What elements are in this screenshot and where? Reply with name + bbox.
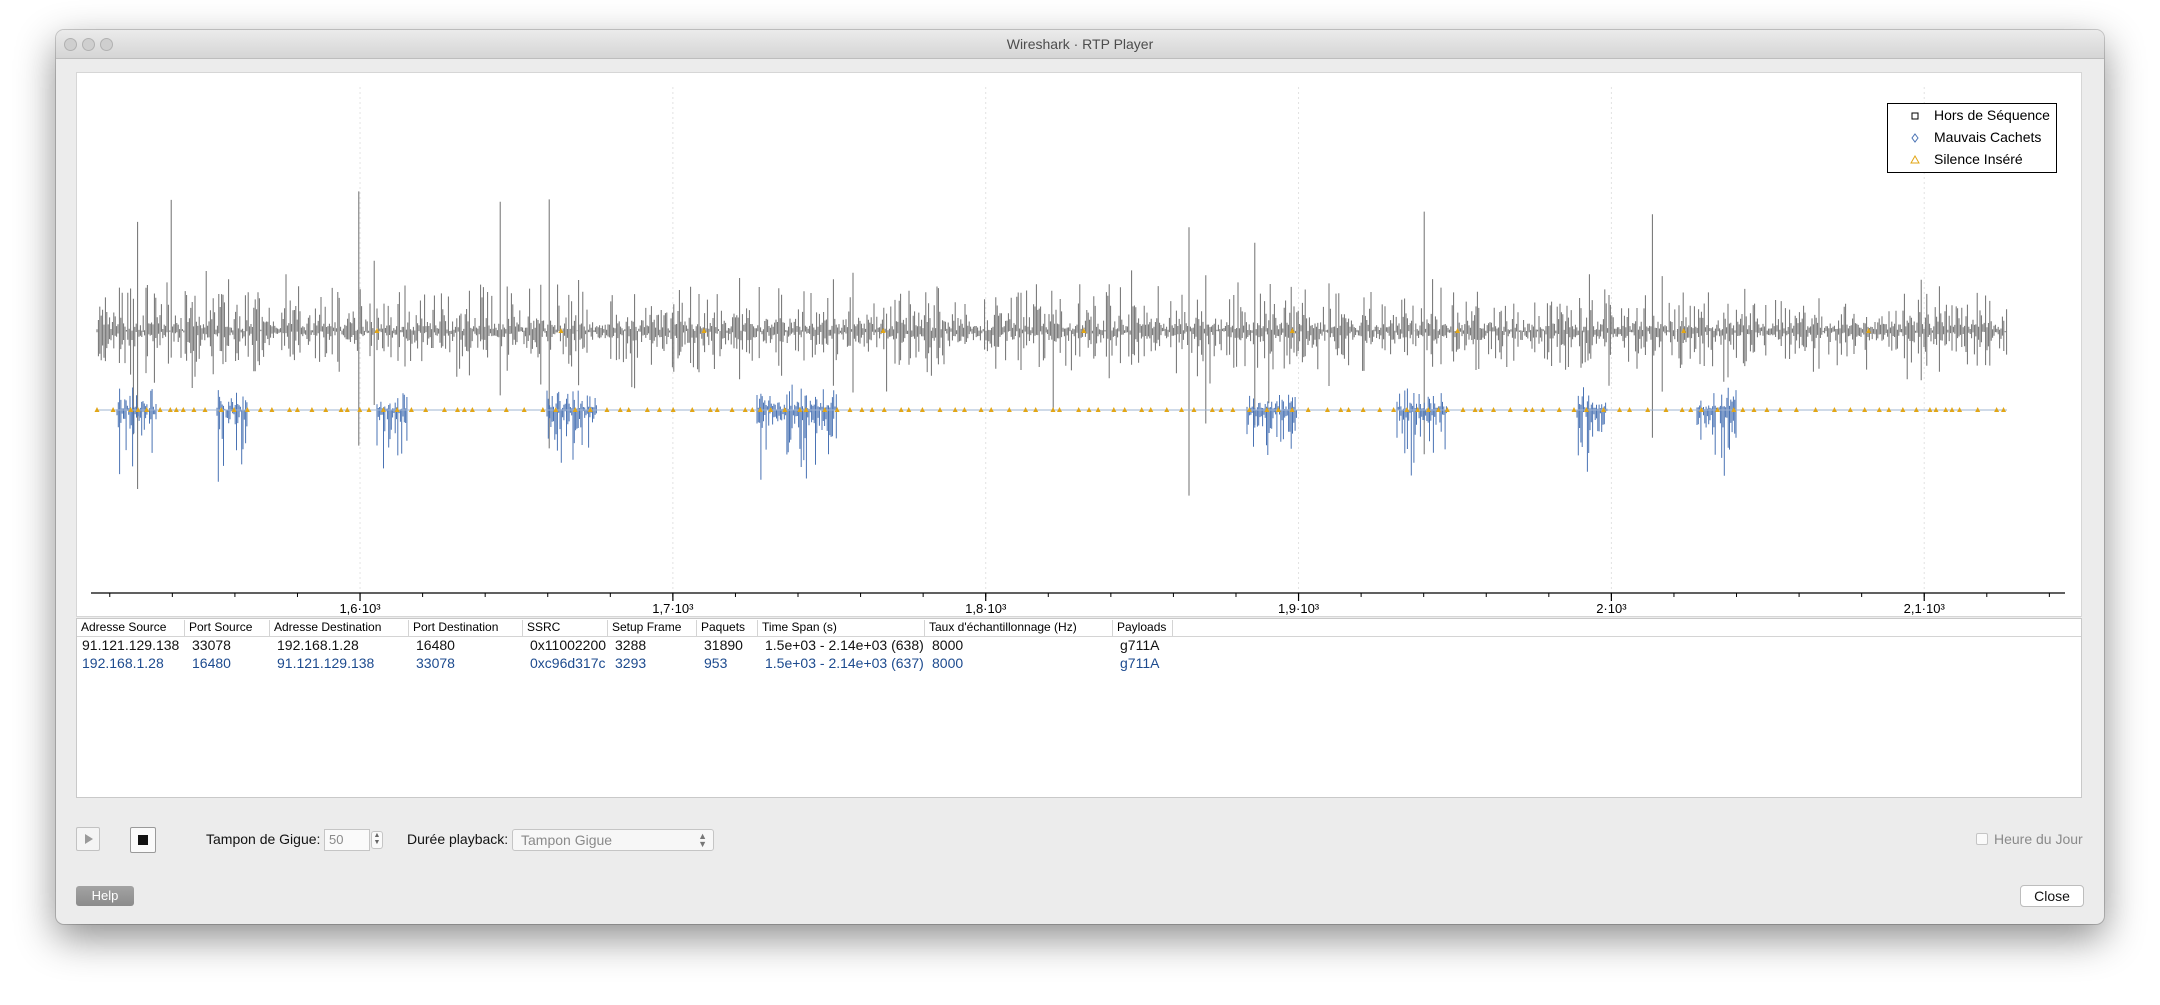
close-button[interactable]: Close [2020,885,2084,907]
table-cell: 33078 [416,655,455,671]
table-cell: g711A [1120,637,1160,653]
chart-legend: Hors de Séquence Mauvais Cachets Silence… [1887,103,2057,173]
legend-item-out-of-sequence: Hors de Séquence [1888,106,2056,126]
column-header[interactable]: Port Destination [409,620,523,636]
jitter-buffer-value: 50 [329,832,344,847]
column-header[interactable]: Time Span (s) [758,620,925,636]
playback-duration-value: Tampon Gigue [521,832,613,848]
table-cell: 3288 [615,637,647,653]
column-header[interactable]: Adresse Destination [270,620,409,636]
x-tick-label: 2·10³ [1596,601,1627,616]
playback-controls: Tampon de Gigue: 50 ▲ ▼ Durée playback: T… [56,820,2104,860]
table-cell: 0xc96d317c [530,655,606,671]
table-cell: 31890 [704,637,743,653]
jitter-buffer-spinbox[interactable]: 50 ▲ ▼ [324,829,383,851]
window-title: Wireshark · RTP Player [1006,36,1154,52]
diamond-marker-icon [1910,133,1920,143]
play-icon [85,834,93,844]
square-marker-icon [1910,111,1920,121]
chevron-updown-icon: ▲ ▼ [698,831,707,849]
title-bar: Wireshark · RTP Player [56,30,2104,59]
table-cell: g711A [1120,655,1160,671]
x-tick-label: 1,6·10³ [339,601,381,616]
legend-label: Hors de Séquence [1934,107,2050,123]
column-header[interactable]: Payloads [1113,620,1173,636]
spinner-arrows-icon[interactable]: ▲ ▼ [371,831,383,849]
table-cell: 3293 [615,655,647,671]
table-cell: 91.121.129.138 [82,637,180,653]
column-header[interactable]: Port Source [185,620,270,636]
stop-icon [138,835,148,845]
table-cell: 192.168.1.28 [277,637,359,653]
stop-button[interactable] [130,827,156,853]
column-header[interactable]: Setup Frame [608,620,697,636]
table-row[interactable]: 91.121.129.138 33078 192.168.1.28 16480 … [77,637,2081,655]
table-cell: 1.5e+03 - 2.14e+03 (638) [765,637,924,653]
table-cell: 8000 [932,655,964,671]
jitter-buffer-label: Tampon de Gigue: [206,831,321,847]
table-header: Adresse Source Port Source Adresse Desti… [77,619,2081,637]
play-button[interactable] [76,827,100,851]
table-cell: 16480 [416,637,455,653]
table-cell: 192.168.1.28 [82,655,164,671]
playback-duration-label: Durée playback: [407,831,509,847]
column-header[interactable]: SSRC [523,620,608,636]
x-tick-label: 1,7·10³ [652,601,694,616]
time-of-day-checkbox[interactable] [1976,833,1988,845]
table-cell: 953 [704,655,728,671]
column-header[interactable]: Paquets [697,620,758,636]
x-tick-label: 1,9·10³ [1278,601,1320,616]
x-tick-label: 1,8·10³ [965,601,1007,616]
time-of-day-label[interactable]: Heure du Jour [1994,831,2083,847]
playback-duration-select[interactable]: Tampon Gigue ▲ ▼ [512,829,714,851]
streams-table[interactable]: Adresse Source Port Source Adresse Desti… [76,618,2082,798]
waveform-chart[interactable]: 1,6·10³ 1,7·10³ 1,8·10³ 1,9·10³ 2·10³ 2,1·10³ [77,73,2081,616]
legend-label: Mauvais Cachets [1934,129,2042,145]
legend-item-inserted-silence: Silence Inséré [1888,150,2056,170]
help-button[interactable]: Help [76,886,134,906]
rtp-player-window: Wireshark · RTP Player 1,6·10³ 1,7·10³ 1,8… [56,30,2104,924]
table-cell: 91.121.129.138 [277,655,375,671]
legend-label: Silence Inséré [1934,151,2023,167]
table-cell: 33078 [192,637,231,653]
table-cell: 0x11002200 [530,637,607,653]
x-tick-label: 2,1·10³ [1904,601,1946,616]
column-header[interactable]: Taux d'échantillonnage (Hz) [925,620,1113,636]
table-cell: 8000 [932,637,964,653]
triangle-marker-icon [1910,155,1920,165]
table-cell: 16480 [192,655,231,671]
waveform-plot[interactable]: 1,6·10³ 1,7·10³ 1,8·10³ 1,9·10³ 2·10³ 2,1·10³… [76,72,2082,617]
legend-item-wrong-timestamps: Mauvais Cachets [1888,128,2056,148]
table-row[interactable]: 192.168.1.28 16480 91.121.129.138 33078 … [77,655,2081,673]
column-header[interactable]: Adresse Source [77,620,185,636]
table-cell: 1.5e+03 - 2.14e+03 (637) [765,655,924,671]
